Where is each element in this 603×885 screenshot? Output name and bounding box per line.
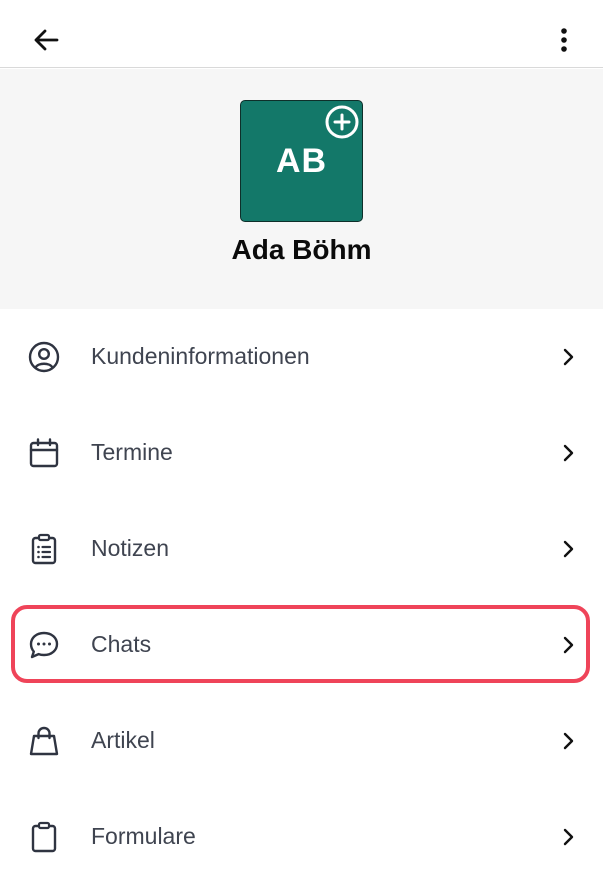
profile-name: Ada Böhm [231, 234, 372, 265]
menu-item-artikel[interactable]: Artikel [0, 693, 603, 789]
menu-item-label: Chats [91, 631, 152, 657]
more-vertical-icon [561, 28, 567, 52]
chevron-right-icon [563, 540, 574, 558]
chevron-right-icon [563, 444, 574, 462]
chat-bubble-icon [29, 631, 59, 659]
clipboard-icon [31, 821, 57, 853]
add-photo-button[interactable] [324, 104, 360, 140]
menu-item-label: Notizen [91, 535, 169, 561]
menu-item-chats[interactable]: Chats [0, 597, 603, 693]
back-button[interactable] [28, 22, 64, 58]
menu-item-termine[interactable]: Termine [0, 405, 603, 501]
avatar-initials: AB [275, 141, 328, 180]
chevron-right-icon [563, 828, 574, 846]
top-app-bar [0, 0, 603, 68]
clipboard-list-icon [31, 533, 57, 565]
menu-item-label: Formulare [91, 823, 196, 849]
user-circle-icon [28, 341, 60, 373]
chevron-right-icon [563, 732, 574, 750]
menu-item-label: Termine [91, 439, 173, 465]
more-options-button[interactable] [548, 22, 580, 58]
menu-item-label: Kundeninformationen [91, 343, 310, 369]
profile-header: AB Ada Böhm [0, 69, 603, 309]
avatar[interactable]: AB [240, 100, 363, 222]
arrow-left-icon [34, 29, 59, 51]
menu-item-label: Artikel [91, 727, 155, 753]
chevron-right-icon [563, 348, 574, 366]
menu-item-kundeninformationen[interactable]: Kundeninformationen [0, 309, 603, 405]
chevron-right-icon [563, 636, 574, 654]
menu-item-notizen[interactable]: Notizen [0, 501, 603, 597]
profile-menu: Kundeninformationen Termine Notizen Chat… [0, 309, 603, 885]
menu-item-formulare[interactable]: Formulare [0, 789, 603, 885]
shopping-bag-icon [29, 726, 59, 756]
calendar-icon [29, 438, 59, 468]
plus-circle-icon [325, 105, 359, 139]
